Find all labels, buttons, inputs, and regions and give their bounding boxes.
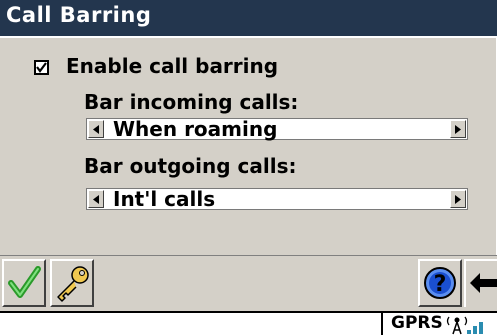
title-bar: Call Barring [0, 0, 497, 38]
window-title: Call Barring [6, 3, 152, 27]
arrow-left-icon [93, 195, 99, 204]
outgoing-prev-button[interactable] [88, 190, 104, 208]
arrow-left-icon [93, 125, 99, 134]
enable-call-barring-label[interactable]: Enable call barring [66, 54, 278, 78]
incoming-prev-button[interactable] [88, 120, 104, 138]
help-icon: ? [424, 267, 456, 299]
key-button[interactable] [50, 259, 94, 307]
bar-incoming-spinner[interactable]: When roaming [86, 117, 468, 141]
bar-incoming-label: Bar incoming calls: [84, 90, 299, 114]
bar-outgoing-label: Bar outgoing calls: [84, 154, 297, 178]
arrow-right-icon [455, 125, 461, 134]
key-icon [57, 266, 89, 302]
bar-outgoing-spinner[interactable]: Int'l calls [86, 187, 468, 211]
network-type-label: GPRS [391, 313, 443, 333]
help-button[interactable]: ? [418, 259, 462, 307]
command-toolbar: ? [0, 255, 497, 311]
back-button[interactable] [464, 259, 497, 307]
network-status: GPRS [381, 313, 497, 335]
checkmark-icon [8, 266, 41, 298]
ok-button[interactable] [2, 259, 46, 307]
enable-call-barring-checkbox[interactable] [34, 60, 49, 75]
svg-text:?: ? [434, 272, 447, 297]
back-arrow-icon [470, 273, 497, 293]
arrow-right-icon [455, 195, 461, 204]
outgoing-next-button[interactable] [450, 190, 466, 208]
bar-outgoing-value: Int'l calls [113, 187, 216, 211]
status-bar: GPRS [0, 311, 497, 335]
checkmark-icon [36, 62, 47, 73]
bar-incoming-value: When roaming [113, 117, 278, 141]
incoming-next-button[interactable] [450, 120, 466, 138]
signal-antenna-icon [446, 316, 483, 335]
